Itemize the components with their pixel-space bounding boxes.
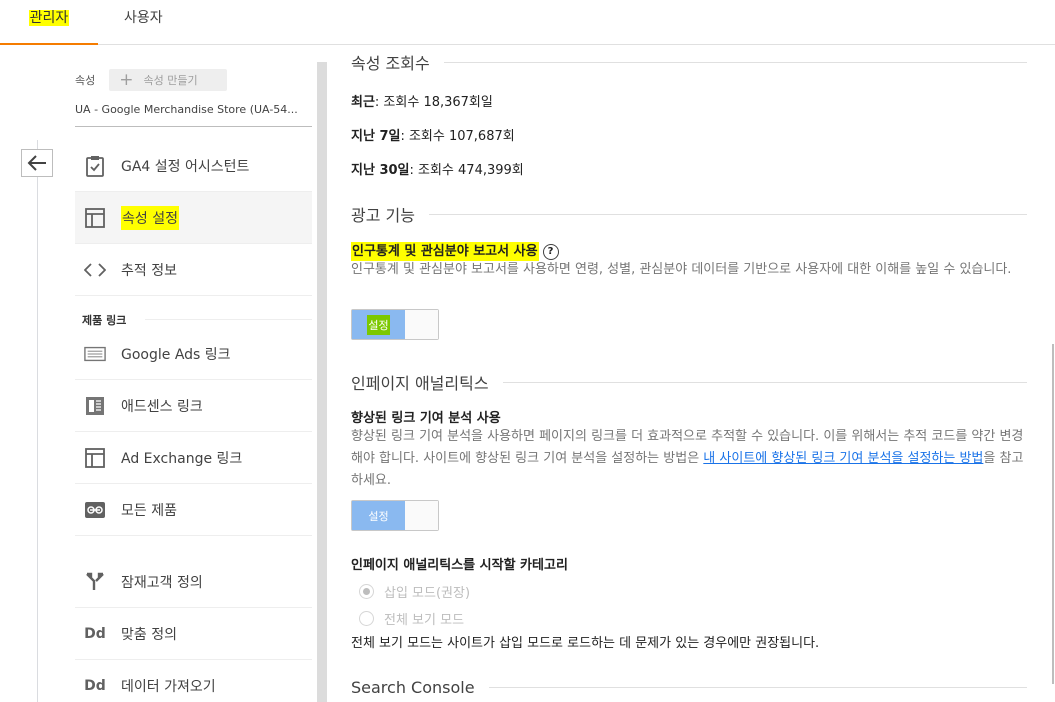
enhanced-link-help-link[interactable]: 내 사이트에 향상된 링크 기여 분석을 설정하는 방법 xyxy=(703,451,983,466)
sidebar-item-label: 잠재고객 정의 xyxy=(121,574,203,591)
radio-label: 삽입 모드(권장) xyxy=(384,586,471,601)
sidebar-item-label: 애드센스 링크 xyxy=(121,398,203,415)
sidebar-item-adsense-link[interactable]: 애드센스 링크 xyxy=(75,380,312,432)
tab-admin[interactable]: 관리자 xyxy=(0,0,98,45)
demographics-description: 인구통계 및 관심분야 보고서를 사용하면 연령, 성별, 관심분야 데이터를 … xyxy=(351,262,1012,277)
sidebar-item-label: Google Ads 링크 xyxy=(121,346,231,363)
clipboard-check-icon xyxy=(84,155,106,177)
enhanced-link-toggle[interactable]: 설정 xyxy=(351,500,439,531)
dd-icon: Dd xyxy=(84,678,106,694)
panel-divider xyxy=(317,62,327,702)
toggle-on-segment: 설정 xyxy=(352,501,405,530)
property-header: 속성 + 속성 만들기 xyxy=(75,69,228,91)
sidebar-item-label: 모든 제품 xyxy=(121,502,177,519)
sidebar-item-data-import[interactable]: Dd 데이터 가져오기 xyxy=(75,660,312,702)
layout-icon xyxy=(84,207,106,229)
plus-icon: + xyxy=(119,69,134,90)
sidebar-item-label: 속성 설정 xyxy=(121,205,179,230)
dd-icon: Dd xyxy=(84,625,106,642)
sidebar-item-audience-definitions[interactable]: 잠재고객 정의 xyxy=(75,556,312,608)
product-links-heading: 제품 링크 xyxy=(82,314,127,327)
section-title-label: 속성 조회수 xyxy=(351,54,430,73)
enhanced-link-description: 향상된 링크 기여 분석을 사용하면 페이지의 링크를 더 효과적으로 추적할 … xyxy=(351,426,1027,492)
fork-icon xyxy=(84,571,106,593)
sidebar-item-label: 맞춤 정의 xyxy=(121,626,177,643)
demographics-setting-label: 인구통계 및 관심분야 보고서 사용? xyxy=(351,240,559,261)
radio-embed-mode[interactable]: 삽입 모드(권장) xyxy=(359,582,470,601)
sidebar-item-ga4-setup[interactable]: GA4 설정 어시스턴트 xyxy=(75,140,312,192)
stat-value: : 조회수 474,399회 xyxy=(409,163,524,178)
adsense-icon xyxy=(84,395,106,417)
top-tab-bar: 관리자 사용자 xyxy=(0,0,1055,45)
property-label: 속성 xyxy=(75,74,96,87)
ads-icon xyxy=(84,343,106,365)
stat-value: : 조회수 107,687회 xyxy=(400,129,515,144)
toggle-on-label: 설정 xyxy=(368,509,389,523)
stat-label: 지난 7일 xyxy=(351,129,401,144)
help-icon[interactable]: ? xyxy=(542,243,559,260)
sidebar-item-adexchange-link[interactable]: Ad Exchange 링크 xyxy=(75,432,312,484)
code-icon xyxy=(84,259,106,281)
stat-30-days: 지난 30일: 조회수 474,399회 xyxy=(351,159,524,178)
create-property-button[interactable]: + 속성 만들기 xyxy=(109,69,228,91)
section-title-property-views: 속성 조회수 xyxy=(351,50,1027,74)
sidebar-item-label: 추적 정보 xyxy=(121,262,177,279)
sidebar-item-label: 데이터 가져오기 xyxy=(121,679,216,695)
toggle-on-segment: 설정 xyxy=(352,310,405,339)
scrollbar[interactable] xyxy=(1052,344,1054,684)
property-selector[interactable]: UA - Google Merchandise Store (UA-54... xyxy=(75,103,312,127)
arrow-left-icon xyxy=(27,155,46,171)
section-title-search-console: Search Console xyxy=(351,678,1027,697)
sidebar-item-custom-definitions[interactable]: Dd 맞춤 정의 xyxy=(75,608,312,660)
radio-label: 전체 보기 모드 xyxy=(384,613,465,628)
section-title-label: 광고 기능 xyxy=(351,206,415,225)
toggle-knob xyxy=(405,310,438,339)
section-title-ad-features: 광고 기능 xyxy=(351,202,1027,226)
toggle-knob xyxy=(405,501,438,530)
full-view-note: 전체 보기 모드는 사이트가 삽입 모드로 로드하는 데 문제가 있는 경우에만… xyxy=(351,636,820,651)
section-title-label: 인페이지 애널리틱스 xyxy=(351,374,489,393)
back-button[interactable] xyxy=(21,149,53,177)
sidebar-item-label: Ad Exchange 링크 xyxy=(121,450,243,467)
sidebar-item-google-ads-link[interactable]: Google Ads 링크 xyxy=(75,328,312,380)
sidebar-item-label: GA4 설정 어시스턴트 xyxy=(121,158,250,175)
tab-user[interactable]: 사용자 xyxy=(124,0,163,45)
enhanced-link-label: 향상된 링크 기여 분석 사용 xyxy=(351,411,501,426)
sidebar-item-property-settings[interactable]: 속성 설정 xyxy=(75,192,312,244)
stat-label: 지난 30일 xyxy=(351,163,410,178)
sidebar-item-tracking-info[interactable]: 추적 정보 xyxy=(75,244,312,296)
section-title-in-page-analytics: 인페이지 애널리틱스 xyxy=(351,370,1027,394)
stat-value: : 조회수 18,367회일 xyxy=(374,95,493,110)
main-content: 속성 조회수 최근: 조회수 18,367회일 지난 7일: 조회수 107,6… xyxy=(351,45,1027,702)
sidebar-item-all-products[interactable]: 모든 제품 xyxy=(75,484,312,536)
link-icon xyxy=(84,499,106,521)
radio-circle xyxy=(359,611,374,626)
radio-circle xyxy=(359,584,374,599)
start-category-label: 인페이지 애널리틱스를 시작할 카테고리 xyxy=(351,558,568,573)
stat-7-days: 지난 7일: 조회수 107,687회 xyxy=(351,125,515,144)
tab-admin-label: 관리자 xyxy=(28,10,70,26)
demographics-toggle[interactable]: 설정 xyxy=(351,309,439,340)
divider xyxy=(145,319,312,320)
adexchange-icon xyxy=(84,447,106,469)
section-title-label: Search Console xyxy=(351,678,475,697)
create-property-label: 속성 만들기 xyxy=(143,74,198,87)
toggle-on-label: 설정 xyxy=(367,314,390,335)
stat-label: 최근 xyxy=(351,95,375,110)
stat-recent: 최근: 조회수 18,367회일 xyxy=(351,91,493,110)
radio-full-view-mode[interactable]: 전체 보기 모드 xyxy=(359,609,464,628)
rail-line xyxy=(37,140,38,702)
